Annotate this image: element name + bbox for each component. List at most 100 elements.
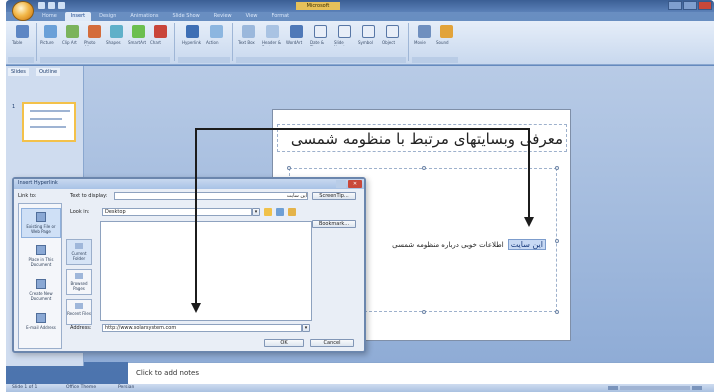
tab-animations[interactable]: Animations xyxy=(124,12,164,21)
symbol-button[interactable]: Symbol xyxy=(358,25,378,46)
header-footer-button[interactable]: Header & Footer xyxy=(262,25,282,46)
movie-icon xyxy=(417,25,431,38)
status-bar: Slide 1 of 1 Office Theme Persian xyxy=(6,384,714,392)
browse-current-folder[interactable]: Current Folder xyxy=(66,239,92,265)
tab-review[interactable]: Review xyxy=(208,12,238,21)
notes-placeholder: Click to add notes xyxy=(136,369,199,377)
resize-handle[interactable] xyxy=(555,166,559,170)
folder-icon xyxy=(75,243,83,249)
group-divider xyxy=(36,23,37,61)
tab-slide-show[interactable]: Slide Show xyxy=(166,12,205,21)
link-option-email[interactable]: E-mail Address xyxy=(21,310,61,340)
group-divider xyxy=(408,23,409,61)
table-button[interactable]: Table xyxy=(12,25,32,46)
screentip-button[interactable]: ScreenTip... xyxy=(312,192,356,200)
resize-handle[interactable] xyxy=(287,166,291,170)
cancel-button[interactable]: Cancel xyxy=(310,339,354,347)
globe-icon xyxy=(75,273,83,279)
action-icon xyxy=(209,25,223,38)
hyperlink-button[interactable]: Hyperlink xyxy=(182,25,202,46)
shapes-button[interactable]: Shapes xyxy=(106,25,126,46)
office-button[interactable] xyxy=(12,1,34,21)
tab-view[interactable]: View xyxy=(240,12,264,21)
redo-icon[interactable] xyxy=(58,2,65,9)
address-dropdown[interactable]: ▾ xyxy=(302,324,310,332)
object-button[interactable]: Object xyxy=(382,25,402,46)
body-line: این سایت اطلاعات خوبی درباره منظومه شمسی xyxy=(392,239,546,250)
resize-handle[interactable] xyxy=(422,166,426,170)
tab-insert[interactable]: Insert xyxy=(64,12,92,21)
dialog-title-bar: Insert Hyperlink ✕ xyxy=(14,179,364,189)
maximize-button[interactable] xyxy=(683,1,697,10)
resize-handle[interactable] xyxy=(555,239,559,243)
language-indicator: Persian xyxy=(118,385,135,390)
tab-home[interactable]: Home xyxy=(36,12,63,21)
tab-outline[interactable]: Outline xyxy=(36,68,61,76)
text-to-display-label: Text to display: xyxy=(70,193,108,199)
smartart-button[interactable]: SmartArt xyxy=(128,25,148,46)
text-to-display-input[interactable]: این سایت xyxy=(114,192,308,200)
ribbon-tabs: Home Insert Design Animations Slide Show… xyxy=(36,12,295,21)
link-option-existing-file[interactable]: Existing File or Web Page xyxy=(21,208,61,238)
title-bar: Microsoft PowerPoint xyxy=(6,0,714,12)
tab-design[interactable]: Design xyxy=(93,12,122,21)
chevron-down-icon[interactable]: ▾ xyxy=(252,208,260,216)
window-controls xyxy=(668,1,712,10)
close-button[interactable] xyxy=(698,1,712,10)
text-box-icon xyxy=(241,25,255,38)
dialog-close-button[interactable]: ✕ xyxy=(348,180,362,188)
tab-slides[interactable]: Slides xyxy=(8,68,29,76)
table-icon xyxy=(15,25,29,38)
help-button[interactable] xyxy=(336,180,346,188)
slide-thumbnail[interactable] xyxy=(22,102,76,142)
text-box-button[interactable]: Text Box xyxy=(238,25,258,46)
selected-link-text[interactable]: این سایت xyxy=(507,239,546,250)
photo-album-icon xyxy=(87,25,101,38)
save-icon[interactable] xyxy=(38,2,45,9)
folder-up-icon[interactable] xyxy=(264,208,272,216)
document-icon xyxy=(36,245,46,255)
link-option-place-in-document[interactable]: Place in This Document xyxy=(21,242,61,272)
file-list[interactable] xyxy=(100,221,312,321)
chart-button[interactable]: Chart xyxy=(150,25,170,46)
slide-title: معرفی وبسایتهای مرتبط با منظومه شمسی xyxy=(290,130,563,148)
ok-button[interactable]: OK xyxy=(264,339,304,347)
body-text: اطلاعات خوبی درباره منظومه شمسی xyxy=(392,240,504,249)
ribbon: Table Picture Clip Art Photo Album Shape… xyxy=(6,21,714,65)
resize-handle[interactable] xyxy=(422,310,426,314)
clip-art-icon xyxy=(65,25,79,38)
wordart-button[interactable]: WordArt xyxy=(286,25,306,46)
shapes-icon xyxy=(109,25,123,38)
address-input[interactable]: http://www.solarsystem.com xyxy=(102,324,302,332)
photo-album-button[interactable]: Photo Album xyxy=(84,25,104,46)
picture-button[interactable]: Picture xyxy=(40,25,60,46)
slide-number-button[interactable]: Slide Number xyxy=(334,25,354,46)
group-label-illustrations xyxy=(40,57,170,63)
tab-format[interactable]: Format xyxy=(266,12,296,21)
browse-browsed-pages[interactable]: Browsed Pages xyxy=(66,269,92,295)
resize-handle[interactable] xyxy=(555,310,559,314)
annotation-arrow-line xyxy=(195,128,197,304)
quick-access-toolbar xyxy=(38,2,65,9)
look-in-select[interactable]: Desktop xyxy=(102,208,252,216)
theme-name: Office Theme xyxy=(66,385,97,390)
email-icon xyxy=(36,313,46,323)
undo-icon[interactable] xyxy=(48,2,55,9)
sound-button[interactable]: Sound xyxy=(436,25,456,46)
annotation-arrowhead xyxy=(191,303,201,313)
browse-file-icon[interactable] xyxy=(288,208,296,216)
date-time-button[interactable]: Date & Time xyxy=(310,25,330,46)
movie-button[interactable]: Movie xyxy=(414,25,434,46)
clip-art-button[interactable]: Clip Art xyxy=(62,25,82,46)
link-option-new-document[interactable]: Create New Document xyxy=(21,276,61,306)
action-button[interactable]: Action xyxy=(206,25,226,46)
zoom-slider[interactable] xyxy=(608,385,708,391)
browse-recent-files[interactable]: Recent Files xyxy=(66,299,92,325)
browse-web-icon[interactable] xyxy=(276,208,284,216)
wordart-icon xyxy=(289,25,303,38)
bookmark-button[interactable]: Bookmark... xyxy=(312,220,356,228)
minimize-button[interactable] xyxy=(668,1,682,10)
slide-number: 1 xyxy=(12,104,16,110)
group-divider xyxy=(232,23,233,61)
notes-pane[interactable]: Click to add notes xyxy=(128,362,714,384)
